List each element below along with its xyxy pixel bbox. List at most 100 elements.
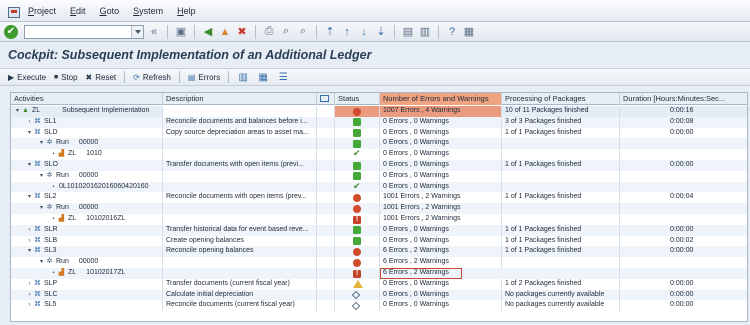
status-cell[interactable]: [335, 214, 380, 225]
activity-cell[interactable]: › ⌘ SL1: [11, 116, 163, 128]
find-icon[interactable]: ⌕: [279, 25, 293, 39]
activity-cell[interactable]: › ⌘ SLC: [11, 289, 163, 301]
activity-cell[interactable]: › ⌘ SLR: [11, 224, 163, 236]
errors-cell[interactable]: 0 Errors , 0 Warnings: [380, 235, 502, 247]
status-cell[interactable]: [335, 106, 380, 117]
errors-cell[interactable]: 0 Errors , 0 Warnings: [380, 170, 502, 182]
status-ok-icon[interactable]: [353, 226, 361, 235]
status-error-detail-icon[interactable]: [353, 269, 361, 279]
col-processing[interactable]: Processing of Packages: [502, 93, 620, 105]
stop-button[interactable]: ⏹ Stop: [54, 72, 77, 82]
expand-node-icon[interactable]: ›: [26, 279, 33, 290]
details-icon[interactable]: ▦: [257, 71, 269, 83]
status-pending-icon[interactable]: [351, 301, 361, 311]
table-row[interactable]: ▾ ✲ Run 00000 1001 Errors , 2 Warnings: [11, 203, 747, 214]
errors-cell[interactable]: 1001 Errors , 2 Warnings: [380, 192, 502, 204]
table-row[interactable]: › ⌘ SLR Transfer historical data for event …: [11, 224, 747, 236]
collapse-node-icon[interactable]: ▾: [38, 171, 45, 182]
errors-button[interactable]: ▤ Errors: [188, 73, 220, 82]
errors-cell[interactable]: 1007 Errors , 4 Warnings: [380, 106, 502, 117]
table-row[interactable]: ▾ ⌘ SLD Copy source depreciation areas to a…: [11, 127, 747, 139]
menu-system[interactable]: System: [133, 6, 163, 16]
expand-node-icon[interactable]: ›: [26, 225, 33, 236]
previous-page-icon[interactable]: ↑: [340, 25, 354, 39]
status-cell[interactable]: [335, 203, 380, 214]
errors-cell[interactable]: 6 Errors , 2 Warnings: [380, 246, 502, 258]
status-error-icon[interactable]: [353, 258, 361, 267]
activity-cell[interactable]: • ▟ ZL 10102017ZL: [11, 268, 163, 279]
status-cell[interactable]: [335, 246, 380, 258]
activity-cell[interactable]: ▾ ⌘ SL2: [11, 192, 163, 204]
status-cell[interactable]: [335, 289, 380, 301]
activity-cell[interactable]: › ⌘ SLP: [11, 278, 163, 290]
errors-cell[interactable]: 0 Errors , 0 Warnings: [380, 278, 502, 290]
table-row[interactable]: › ⌘ SLB Create opening balances 0 Errors , 0…: [11, 235, 747, 247]
status-cell[interactable]: [335, 138, 380, 150]
errors-cell[interactable]: 0 Errors , 0 Warnings: [380, 181, 502, 193]
errors-cell[interactable]: 1001 Errors , 2 Warnings: [380, 203, 502, 214]
status-cell[interactable]: [335, 300, 380, 312]
table-row[interactable]: •▟ZL 10102016ZL 1001 Errors , 2 Warnings: [11, 214, 747, 225]
collapse-node-icon[interactable]: ▾: [26, 160, 33, 171]
menu-help[interactable]: Help: [177, 6, 196, 16]
refresh-button[interactable]: ⟳ Refresh: [133, 73, 171, 82]
errors-cell[interactable]: 0 Errors , 0 Warnings: [380, 300, 502, 312]
col-status[interactable]: Status: [335, 93, 380, 105]
collapse-node-icon[interactable]: ▾: [38, 257, 45, 268]
errors-cell[interactable]: 0 Errors , 0 Warnings: [380, 138, 502, 150]
command-field[interactable]: [24, 24, 144, 39]
status-cell[interactable]: [335, 235, 380, 247]
table-row[interactable]: › ⌘ SLC Calculate initial depreciation 0 Err…: [11, 289, 747, 301]
status-ok-icon[interactable]: [353, 237, 361, 246]
activity-cell[interactable]: ▾ ✲ Run 00000: [11, 138, 163, 150]
errors-cell[interactable]: 0 Errors , 0 Warnings: [380, 224, 502, 236]
table-row[interactable]: ▾ ✲ Run 00000 6 Errors , 2 Warnings: [11, 257, 747, 268]
activity-cell[interactable]: ▾ ⌘ SL3: [11, 246, 163, 258]
status-cell[interactable]: [335, 257, 380, 268]
table-row[interactable]: ▾ ✲ Run 00000 0 Errors , 0 Warnings: [11, 138, 747, 150]
help-icon[interactable]: ?: [445, 25, 459, 39]
shortcut-icon[interactable]: ▥: [418, 25, 432, 39]
activity-cell[interactable]: ▾ ✲ Run 00000: [11, 203, 163, 214]
table-row[interactable]: ▾ ⌘ SL2 Reconcile documents with open items…: [11, 192, 747, 204]
expand-node-icon[interactable]: ›: [26, 236, 33, 247]
errors-cell[interactable]: 1001 Errors , 2 Warnings: [380, 214, 502, 225]
status-cell[interactable]: [335, 192, 380, 204]
col-icon[interactable]: [317, 93, 335, 105]
status-ok-icon[interactable]: [353, 129, 361, 138]
status-ok-icon[interactable]: [353, 118, 361, 127]
activity-cell[interactable]: • ▟ ZL 1010: [11, 149, 163, 160]
table-row[interactable]: ▾ ▲ ZL Subsequent Implementation 1007 Errors…: [11, 106, 747, 117]
status-cell[interactable]: ✔: [335, 149, 380, 160]
status-cell[interactable]: [335, 127, 380, 139]
activity-cell[interactable]: ▾ ✲ Run 00000: [11, 257, 163, 268]
status-cell[interactable]: [335, 224, 380, 236]
command-dropdown-icon[interactable]: [131, 25, 143, 38]
expand-node-icon[interactable]: ›: [26, 117, 33, 128]
col-description[interactable]: Description: [163, 93, 317, 105]
status-ok-icon[interactable]: [353, 172, 361, 181]
enter-check-icon[interactable]: ✔: [4, 24, 18, 39]
expand-node-icon[interactable]: ›: [26, 290, 33, 301]
collapse-node-icon[interactable]: ▾: [38, 203, 45, 214]
status-error-icon[interactable]: [353, 193, 361, 202]
collapse-node-icon[interactable]: ▾: [26, 246, 33, 257]
activity-cell[interactable]: ▾ ▲ ZL Subsequent Implementation: [11, 106, 163, 117]
activity-cell[interactable]: ▾ ✲ Run 00000: [11, 170, 163, 182]
activity-cell[interactable]: • 0L101020162016060420160: [11, 181, 163, 193]
table-row[interactable]: › ⌘ SL1 Reconcile documents and balances be…: [11, 116, 747, 128]
activity-cell[interactable]: • ▟ ZL 10102016ZL: [11, 214, 163, 225]
table-row[interactable]: • 0L101020162016060420160 ✔ 0 Errors , 0 Wa…: [11, 181, 747, 193]
errors-cell[interactable]: 0 Errors , 0 Warnings: [380, 127, 502, 139]
collapse-node-icon[interactable]: ▾: [38, 138, 45, 149]
new-session-icon[interactable]: ▤: [401, 25, 415, 39]
menu-edit[interactable]: Edit: [70, 6, 86, 16]
activity-cell[interactable]: ▾ ⌘ SLO: [11, 160, 163, 171]
table-row[interactable]: ▾ ✲ Run 00000 0 Errors , 0 Warnings: [11, 170, 747, 182]
activity-cell[interactable]: ▾ ⌘ SLD: [11, 127, 163, 139]
print-icon[interactable]: ⎙: [262, 25, 276, 39]
table-row[interactable]: › ⌘ SL5 Reconcile documents (current fiscal…: [11, 300, 747, 312]
status-error-detail-icon[interactable]: [353, 215, 361, 225]
status-ok-icon[interactable]: [353, 139, 361, 148]
status-cell[interactable]: [335, 170, 380, 182]
